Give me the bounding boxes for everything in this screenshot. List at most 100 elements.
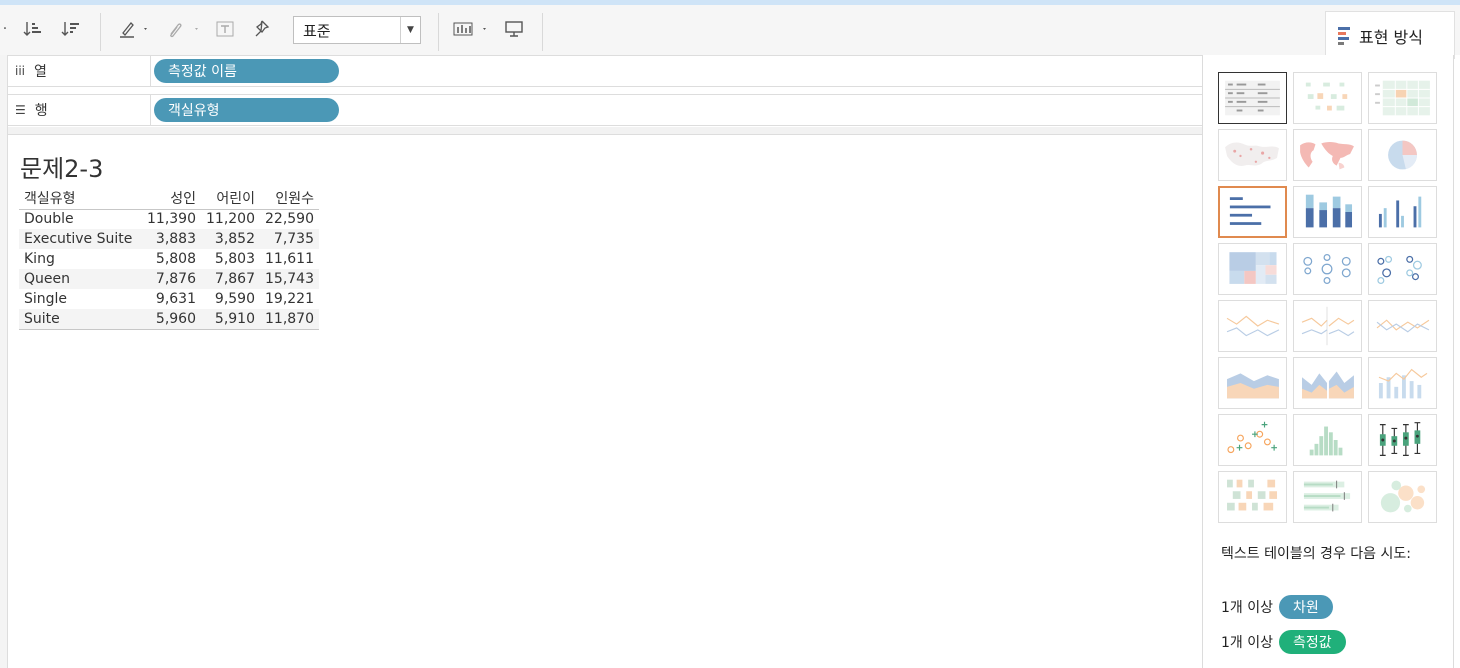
circle-views-thumb[interactable] — [1293, 243, 1362, 295]
highlight-table-thumb[interactable] — [1368, 72, 1437, 124]
fix-axes-pin-icon[interactable] — [248, 15, 274, 43]
show-me-tab[interactable]: 표현 방식 — [1325, 11, 1455, 59]
columns-icon: iii — [15, 64, 26, 78]
highlight-icon[interactable] — [114, 15, 152, 43]
table-cell[interactable]: 5,803 — [201, 249, 260, 269]
table-cell[interactable]: 9,631 — [142, 289, 201, 309]
box-and-whisker-thumb[interactable] — [1368, 414, 1437, 466]
filled-map-thumb[interactable] — [1293, 129, 1362, 181]
row-label[interactable]: Double — [19, 209, 142, 229]
row-label[interactable]: Single — [19, 289, 142, 309]
requirement-prefix: 1개 이상 — [1221, 635, 1273, 651]
side-by-side-bars-thumb[interactable] — [1368, 186, 1437, 238]
table-cell[interactable]: 5,808 — [142, 249, 201, 269]
columns-shelf-title: 열 — [34, 64, 47, 80]
histogram-thumb[interactable] — [1293, 414, 1362, 466]
columns-shelf[interactable]: iii 열 측정값 이름 — [8, 55, 1202, 87]
room-type-pill[interactable]: 객실유형 — [154, 98, 339, 122]
column-header[interactable]: 어린이 — [201, 187, 260, 210]
left-sidebar-collapsed — [0, 55, 8, 668]
show-me-tab-label: 표현 방식 — [1359, 27, 1423, 47]
row-label[interactable]: Suite — [19, 309, 142, 330]
chevron-down-icon[interactable]: ▼ — [400, 17, 420, 43]
fit-width-select[interactable]: 표준 ▼ — [293, 16, 421, 44]
show-cards-icon[interactable] — [452, 15, 492, 43]
heat-map-thumb[interactable] — [1293, 72, 1362, 124]
lines-discrete-thumb[interactable] — [1293, 300, 1362, 352]
table-cell[interactable]: 22,590 — [260, 209, 319, 229]
rows-icon: ☰ — [15, 103, 26, 117]
table-cell[interactable]: 11,200 — [201, 209, 260, 229]
toolbar-overflow-icon[interactable]: · — [0, 15, 10, 43]
requirement-prefix: 1개 이상 — [1221, 600, 1273, 616]
packed-bubbles-thumb[interactable] — [1368, 471, 1437, 523]
group-members-icon[interactable] — [160, 15, 204, 43]
scatter-plot-thumb[interactable] — [1218, 414, 1287, 466]
text-table[interactable]: 객실유형 성인 어린이 인원수 Double 11,390 11,200 22,… — [19, 187, 319, 330]
dimension-requirement: 1개 이상 차원 — [1221, 595, 1333, 619]
horizontal-bars-thumb[interactable] — [1218, 186, 1287, 238]
row-label[interactable]: Executive Suite — [19, 229, 142, 249]
sheet-title[interactable]: 문제2-3 — [20, 149, 103, 184]
row-label[interactable]: Queen — [19, 269, 142, 289]
lines-continuous-thumb[interactable] — [1218, 300, 1287, 352]
table-cell[interactable]: 19,221 — [260, 289, 319, 309]
worksheet-canvas[interactable]: 문제2-3 객실유형 성인 어린이 인원수 Double 11,390 11,2… — [8, 134, 1202, 668]
table-cell[interactable]: 11,611 — [260, 249, 319, 269]
row-header[interactable]: 객실유형 — [19, 187, 142, 210]
show-me-panel: 텍스트 테이블의 경우 다음 시도: 1개 이상 차원 1개 이상 측정값 — [1202, 55, 1454, 668]
row-label[interactable]: King — [19, 249, 142, 269]
sort-ascending-icon[interactable] — [20, 15, 46, 43]
table-row[interactable]: King 5,808 5,803 11,611 — [19, 249, 319, 269]
measure-names-pill[interactable]: 측정값 이름 — [154, 59, 339, 83]
table-cell[interactable]: 11,390 — [142, 209, 201, 229]
rows-shelf-label: ☰ 행 — [8, 95, 151, 125]
sort-descending-icon[interactable] — [58, 15, 84, 43]
side-by-side-circles-thumb[interactable] — [1368, 243, 1437, 295]
toolbar-separator — [542, 13, 543, 51]
area-continuous-thumb[interactable] — [1218, 357, 1287, 409]
toolbar-separator — [438, 13, 439, 51]
table-row[interactable]: Suite 5,960 5,910 11,870 — [19, 309, 319, 330]
rows-shelf[interactable]: ☰ 행 객실유형 — [8, 94, 1202, 126]
fit-width-value: 표준 — [303, 21, 331, 40]
table-row[interactable]: Executive Suite 3,883 3,852 7,735 — [19, 229, 319, 249]
stacked-bars-thumb[interactable] — [1293, 186, 1362, 238]
table-header-row: 객실유형 성인 어린이 인원수 — [19, 187, 319, 210]
measure-pill: 측정값 — [1279, 630, 1346, 654]
table-row[interactable]: Queen 7,876 7,867 15,743 — [19, 269, 319, 289]
table-cell[interactable]: 7,867 — [201, 269, 260, 289]
column-header[interactable]: 성인 — [142, 187, 201, 210]
table-cell[interactable]: 7,876 — [142, 269, 201, 289]
dual-combination-thumb[interactable] — [1368, 357, 1437, 409]
table-cell[interactable]: 7,735 — [260, 229, 319, 249]
symbol-map-thumb[interactable] — [1218, 129, 1287, 181]
treemap-thumb[interactable] — [1218, 243, 1287, 295]
gantt-thumb[interactable] — [1218, 471, 1287, 523]
pie-chart-thumb[interactable] — [1368, 129, 1437, 181]
table-row[interactable]: Double 11,390 11,200 22,590 — [19, 209, 319, 229]
rows-shelf-title: 행 — [34, 103, 48, 119]
table-cell[interactable]: 11,870 — [260, 309, 319, 330]
table-cell[interactable]: 15,743 — [260, 269, 319, 289]
column-header[interactable]: 인원수 — [260, 187, 319, 210]
shelf-canvas-divider — [8, 127, 1202, 134]
table-cell[interactable]: 5,910 — [201, 309, 260, 330]
show-me-icon — [1338, 25, 1352, 47]
table-cell[interactable]: 5,960 — [142, 309, 201, 330]
toolbar-separator — [100, 13, 101, 51]
text-table-thumb[interactable] — [1218, 72, 1287, 124]
bullet-graph-thumb[interactable] — [1293, 471, 1362, 523]
area-discrete-thumb[interactable] — [1293, 357, 1362, 409]
toolbar: · 표준 ▼ 표현 방식 — [0, 5, 1460, 59]
dual-lines-thumb[interactable] — [1368, 300, 1437, 352]
show-labels-icon[interactable] — [212, 15, 238, 43]
table-cell[interactable]: 3,852 — [201, 229, 260, 249]
dimension-pill: 차원 — [1279, 595, 1333, 619]
table-cell[interactable]: 3,883 — [142, 229, 201, 249]
show-me-hint: 텍스트 테이블의 경우 다음 시도: — [1221, 546, 1411, 562]
columns-shelf-label: iii 열 — [8, 56, 151, 86]
presentation-mode-icon[interactable] — [500, 15, 528, 43]
table-row[interactable]: Single 9,631 9,590 19,221 — [19, 289, 319, 309]
table-cell[interactable]: 9,590 — [201, 289, 260, 309]
